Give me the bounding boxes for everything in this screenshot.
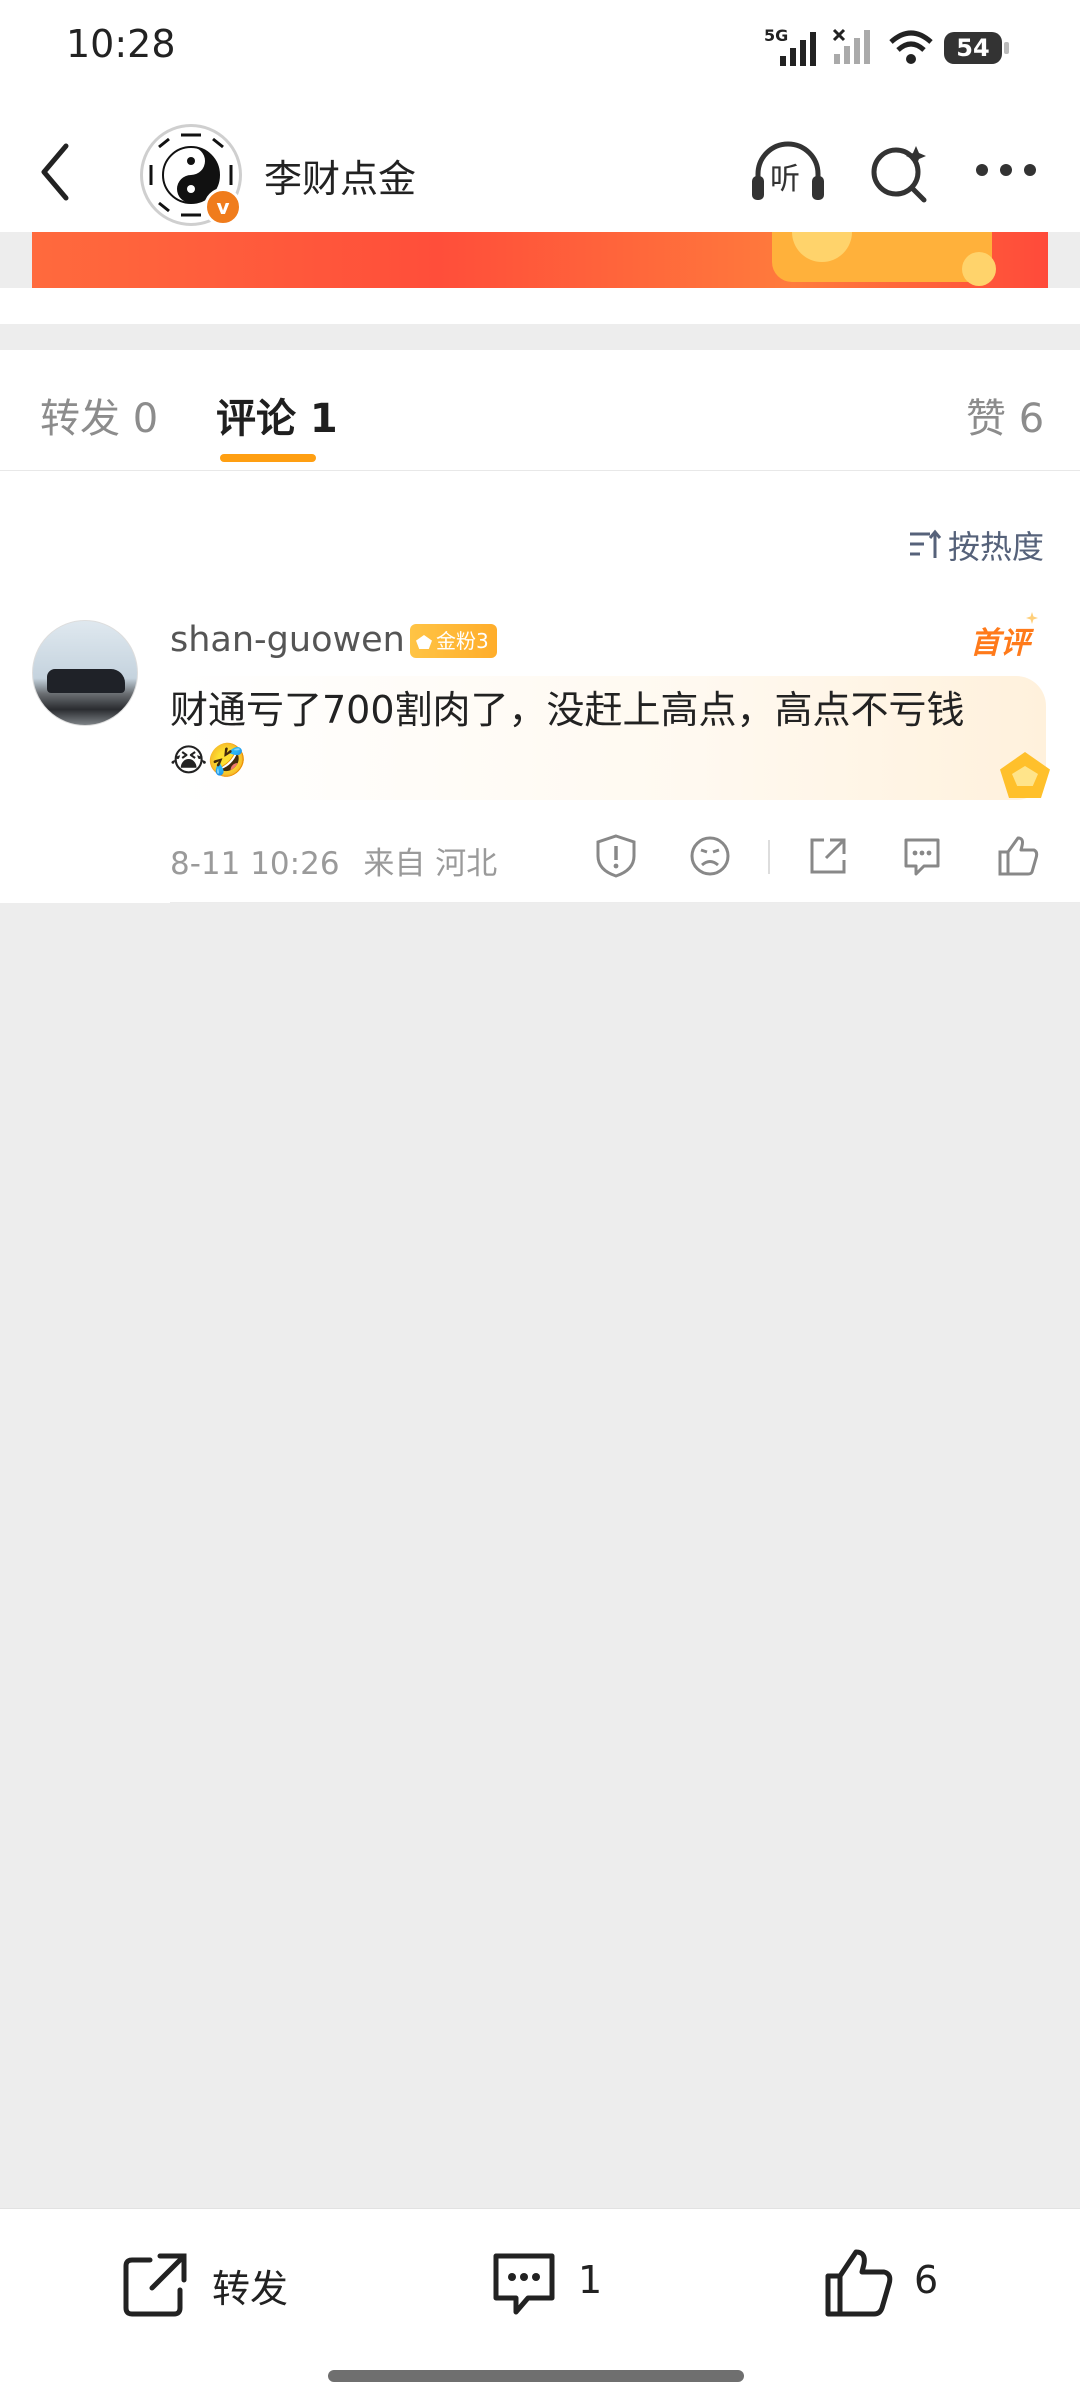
signal-icon — [780, 32, 816, 66]
status-bar: 10:28 5G 54 — [0, 0, 1080, 100]
listen-label: 听 — [770, 162, 800, 197]
comment-body: 财通亏了700割肉了，没赶上高点，高点不亏钱 — [170, 688, 965, 732]
reply-icon[interactable] — [898, 832, 946, 880]
account-name[interactable]: 李财点金 — [264, 148, 416, 203]
tab-comment[interactable]: 评论 1 — [216, 386, 338, 444]
thumbs-up-icon — [825, 2249, 893, 2317]
car-image — [47, 669, 125, 693]
tab-bar — [0, 350, 1080, 471]
home-indicator[interactable] — [328, 2370, 744, 2382]
comment-count: 1 — [578, 2258, 603, 2302]
status-time: 10:28 — [66, 22, 176, 66]
more-icon[interactable] — [974, 160, 1038, 180]
listen-button[interactable]: 听 — [750, 140, 826, 204]
comment-meta: 8-11 10:26 来自 河北 — [170, 838, 497, 883]
like-count: 6 — [914, 2258, 939, 2302]
commenter-name[interactable]: shan-guowen — [170, 620, 405, 660]
comment-text: 财通亏了700割肉了，没赶上高点，高点不亏钱 😭🤣 — [170, 686, 1030, 784]
back-arrow-icon[interactable] — [36, 142, 76, 202]
tab-active-indicator — [220, 454, 316, 462]
sort-button[interactable]: 按热度 — [908, 522, 1048, 566]
like-icon[interactable] — [994, 832, 1042, 880]
flower-icon — [962, 252, 996, 286]
verified-badge-icon: v — [204, 188, 242, 226]
promo-banner[interactable] — [32, 232, 1048, 288]
fan-badge[interactable]: 金粉3 — [410, 624, 497, 658]
gem-icon — [416, 635, 432, 649]
share-icon[interactable] — [804, 832, 852, 880]
repost-icon — [123, 2253, 187, 2317]
report-icon[interactable] — [592, 832, 640, 880]
wifi-icon — [889, 30, 933, 64]
battery-tip — [1004, 42, 1009, 54]
battery-level: 54 — [956, 34, 990, 62]
section-gap — [0, 324, 1080, 350]
comment-location: 来自 河北 — [363, 846, 498, 882]
comment-button[interactable]: 1 — [488, 2248, 608, 2320]
fan-badge-label: 金粉3 — [436, 629, 489, 653]
like-button[interactable]: 6 — [822, 2244, 942, 2320]
tab-repost[interactable]: 转发 0 — [40, 386, 158, 444]
first-comment-tag: 首评 — [970, 626, 1030, 661]
repost-label: 转发 — [212, 2267, 289, 2311]
comment-emojis: 😭🤣 — [170, 741, 248, 779]
sort-label: 按热度 — [948, 528, 1045, 566]
tab-like[interactable]: 赞 6 — [966, 386, 1044, 444]
commenter-avatar[interactable] — [32, 620, 138, 726]
repost-button[interactable]: 转发 — [120, 2248, 300, 2320]
no-signal-icon — [832, 28, 870, 64]
search-icon[interactable] — [866, 140, 932, 206]
comment-time: 8-11 10:26 — [170, 846, 340, 882]
action-divider — [768, 840, 770, 874]
divider — [0, 288, 1080, 324]
divider — [170, 902, 1080, 903]
sort-icon — [910, 529, 942, 558]
comment-icon — [493, 2253, 555, 2315]
dislike-face-icon[interactable] — [686, 832, 734, 880]
battery-icon: 54 — [944, 32, 1002, 64]
